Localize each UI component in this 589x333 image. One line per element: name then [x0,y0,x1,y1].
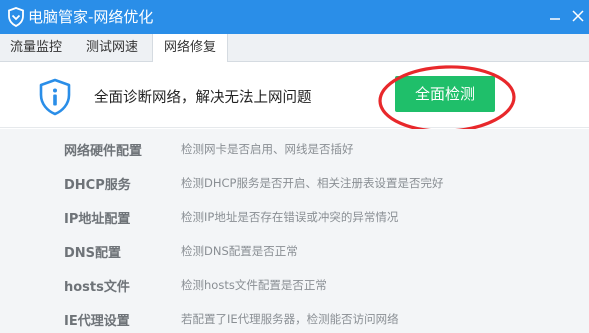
item-name: 网络硬件配置 [64,144,143,159]
list-item: hosts文件 检测hosts文件配置是否正常 [0,267,589,301]
item-description: 检测网卡是否启用、网线是否插好 [181,142,354,156]
item-description: 若配置了IE代理服务器，检测能否访问网络 [181,312,399,326]
check-item-list: 网络硬件配置 检测网卡是否启用、网线是否插好 DHCP服务 检测DHCP服务是否… [0,129,589,333]
minimize-icon[interactable] [545,6,565,26]
tab-bar: 流量监控 测试网速 网络修复 [0,34,589,63]
tab-speed-test[interactable]: 测试网速 [76,34,148,62]
tab-traffic-monitor[interactable]: 流量监控 [0,34,72,62]
item-name: DHCP服务 [64,178,131,193]
item-name: hosts文件 [64,280,130,295]
item-description: 检测hosts文件配置是否正常 [181,278,327,292]
list-item: IP地址配置 检测IP地址是否存在错误或冲突的异常情况 [0,199,589,233]
item-description: 检测DHCP服务是否开启、相关注册表设置是否完好 [181,176,444,190]
tab-network-repair[interactable]: 网络修复 [152,34,228,63]
item-name: DNS配置 [64,246,122,261]
list-item: IE代理设置 若配置了IE代理服务器，检测能否访问网络 [0,301,589,333]
shield-info-icon [39,78,71,116]
full-scan-button[interactable]: 全面检测 [395,76,495,112]
item-description: 检测IP地址是否存在错误或冲突的异常情况 [181,210,399,224]
item-name: IE代理设置 [64,314,130,329]
list-item: 网络硬件配置 检测网卡是否启用、网线是否插好 [0,131,589,165]
close-icon[interactable] [568,6,588,26]
title-bar: 电脑管家-网络优化 [0,0,589,34]
window-title: 电脑管家-网络优化 [28,8,154,26]
diagnose-description: 全面诊断网络，解决无法上网问题 [94,90,312,106]
item-description: 检测DNS配置是否正常 [181,244,298,258]
shield-logo-icon [8,7,24,27]
list-item: DNS配置 检测DNS配置是否正常 [0,233,589,267]
diagnose-panel: 全面诊断网络，解决无法上网问题 全面检测 [0,62,589,128]
list-item: DHCP服务 检测DHCP服务是否开启、相关注册表设置是否完好 [0,165,589,199]
item-name: IP地址配置 [64,212,131,227]
